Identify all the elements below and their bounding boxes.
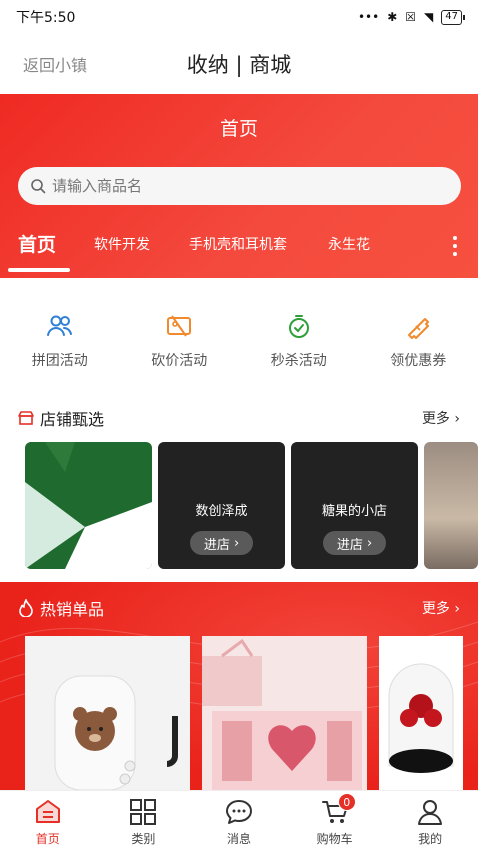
more-label: 更多 xyxy=(421,411,450,427)
activity-flash-sale[interactable]: 秒杀活动 xyxy=(239,278,359,388)
app-screen: 下午5:50 ••• ✱ ☒ ◥ 47 返回小镇 收纳 | 商城 首页 首页 软… xyxy=(0,0,478,850)
activity-row: 拼团活动 砍价活动 秒杀活动 领优惠券 xyxy=(0,278,478,388)
more-label: 更多 xyxy=(421,601,450,617)
activity-coupon[interactable]: 领优惠券 xyxy=(359,278,478,388)
nav-label: 我的 xyxy=(418,832,443,846)
sim-off-icon: ☒ xyxy=(405,10,417,24)
hot-more-link[interactable]: 更多 › xyxy=(422,598,460,618)
message-icon xyxy=(225,800,252,824)
nav-label: 首页 xyxy=(35,832,60,846)
product-image xyxy=(202,638,362,790)
store-name: 糖果的小店 xyxy=(321,504,387,519)
fire-icon xyxy=(19,599,33,617)
store-name: 数创泽成 xyxy=(195,504,248,519)
nav-messages[interactable]: 消息 xyxy=(191,791,287,850)
status-bar: 下午5:50 ••• ✱ ☒ ◥ 47 xyxy=(0,0,478,34)
battery-icon: 47 xyxy=(441,9,465,25)
category-tabs: 首页 软件开发 手机壳和耳机套 永生花 xyxy=(0,226,478,278)
tab-phone-cases[interactable]: 手机壳和耳机套 xyxy=(189,234,287,254)
more-tabs-icon[interactable] xyxy=(452,236,458,256)
hot-header: 热销单品 更多 › xyxy=(18,596,460,620)
activity-group-buy[interactable]: 拼团活动 xyxy=(0,278,120,388)
store-icon xyxy=(18,411,34,425)
nav-label: 类别 xyxy=(131,832,156,846)
search-input[interactable] xyxy=(52,177,432,195)
stores-title: 店铺甄选 xyxy=(40,410,105,429)
active-tab-indicator xyxy=(8,268,70,272)
hot-items-section: 热销单品 更多 › xyxy=(0,582,478,790)
wifi-icon: ◥ xyxy=(424,10,434,24)
coupon-icon xyxy=(408,318,430,339)
enter-store-button[interactable]: 进店 › xyxy=(323,531,386,555)
search-bar[interactable] xyxy=(18,167,461,205)
stores-header: 店铺甄选 更多 › xyxy=(18,406,460,430)
store-cards: 数创泽成 进店 › 糖果的小店 进店 › xyxy=(25,442,478,570)
product-image xyxy=(54,675,178,790)
nav-label: 消息 xyxy=(226,832,251,846)
enter-label: 进店 xyxy=(336,537,363,553)
red-header: 首页 首页 软件开发 手机壳和耳机套 永生花 xyxy=(0,94,478,278)
category-icon xyxy=(130,799,157,825)
stopwatch-icon xyxy=(288,315,309,338)
product-card[interactable] xyxy=(379,636,463,790)
store-card[interactable]: 糖果的小店 进店 › xyxy=(291,442,418,569)
activity-label: 秒杀活动 xyxy=(270,353,327,369)
store-logo-image xyxy=(25,442,152,569)
activity-label: 领优惠券 xyxy=(390,353,447,369)
top-nav: 返回小镇 收纳 | 商城 xyxy=(0,34,478,94)
product-card[interactable] xyxy=(202,636,367,790)
search-icon xyxy=(31,179,46,194)
nav-cart[interactable]: 0 购物车 xyxy=(287,791,383,850)
bottom-nav: 首页 类别 消息 0 购物车 我的 xyxy=(0,790,478,850)
back-to-town-link[interactable]: 返回小镇 xyxy=(23,52,87,76)
home-icon xyxy=(35,800,60,823)
tab-preserved-flowers[interactable]: 永生花 xyxy=(328,234,370,254)
featured-stores-section: 店铺甄选 更多 › 数创泽成 进店 › 糖果的小店 进店 › xyxy=(0,388,478,582)
nav-home[interactable]: 首页 xyxy=(0,791,96,850)
status-time: 下午5:50 xyxy=(16,10,76,26)
activity-label: 砍价活动 xyxy=(151,353,208,369)
product-image xyxy=(388,663,454,773)
activity-label: 拼团活动 xyxy=(31,353,88,369)
nav-label: 购物车 xyxy=(316,832,353,846)
store-card[interactable] xyxy=(25,442,152,569)
store-card[interactable] xyxy=(424,442,478,569)
enter-label: 进店 xyxy=(203,537,230,553)
tab-software-dev[interactable]: 软件开发 xyxy=(94,234,150,254)
cart-badge: 0 xyxy=(337,793,356,811)
product-card[interactable] xyxy=(25,636,190,790)
stores-more-link[interactable]: 更多 › xyxy=(422,408,460,428)
bargain-icon xyxy=(167,315,192,337)
profile-icon xyxy=(418,800,443,825)
activity-bargain[interactable]: 砍价活动 xyxy=(120,278,240,388)
more-dots-icon: ••• xyxy=(357,10,380,24)
enter-store-button[interactable]: 进店 › xyxy=(190,531,253,555)
nav-profile[interactable]: 我的 xyxy=(382,791,478,850)
tab-home[interactable]: 首页 xyxy=(18,230,56,257)
store-card[interactable]: 数创泽成 进店 › xyxy=(158,442,285,569)
nav-category[interactable]: 类别 xyxy=(96,791,192,850)
hot-title: 热销单品 xyxy=(40,600,105,619)
group-icon xyxy=(46,315,72,336)
bluetooth-icon: ✱ xyxy=(387,10,398,24)
status-icons: ••• ✱ ☒ ◥ 47 xyxy=(357,9,465,25)
header-title: 首页 xyxy=(219,118,258,140)
